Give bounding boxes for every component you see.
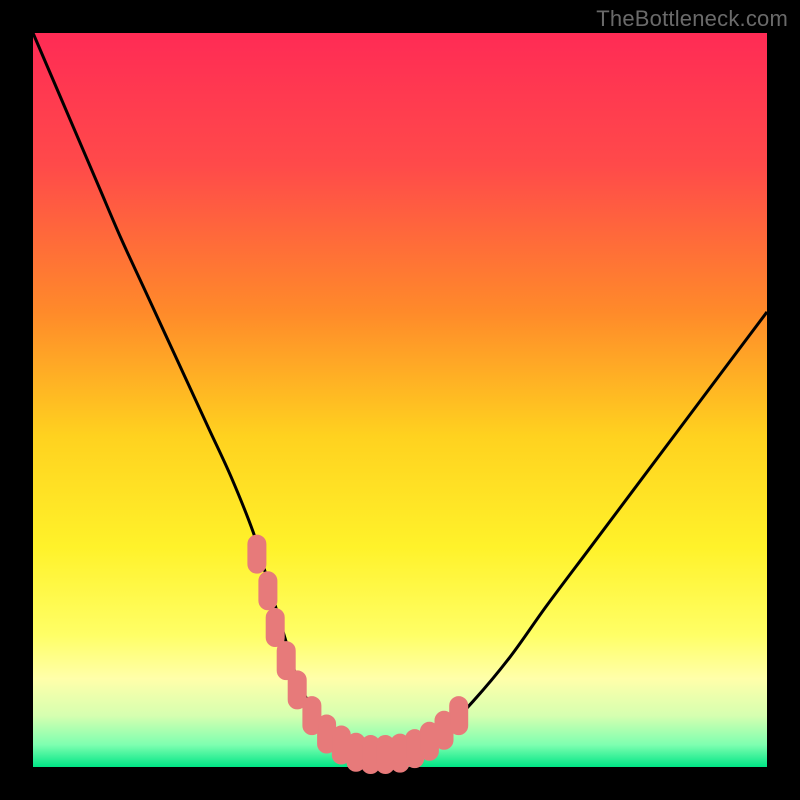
marker-point xyxy=(259,572,277,610)
plot-area xyxy=(33,33,767,767)
marker-point xyxy=(450,697,468,735)
outer-frame: TheBottleneck.com xyxy=(0,0,800,800)
chart-svg xyxy=(33,33,767,767)
bottleneck-curve xyxy=(33,33,767,757)
marker-group xyxy=(248,535,468,773)
marker-point xyxy=(248,535,266,573)
watermark-text: TheBottleneck.com xyxy=(596,6,788,32)
marker-point xyxy=(266,609,284,647)
